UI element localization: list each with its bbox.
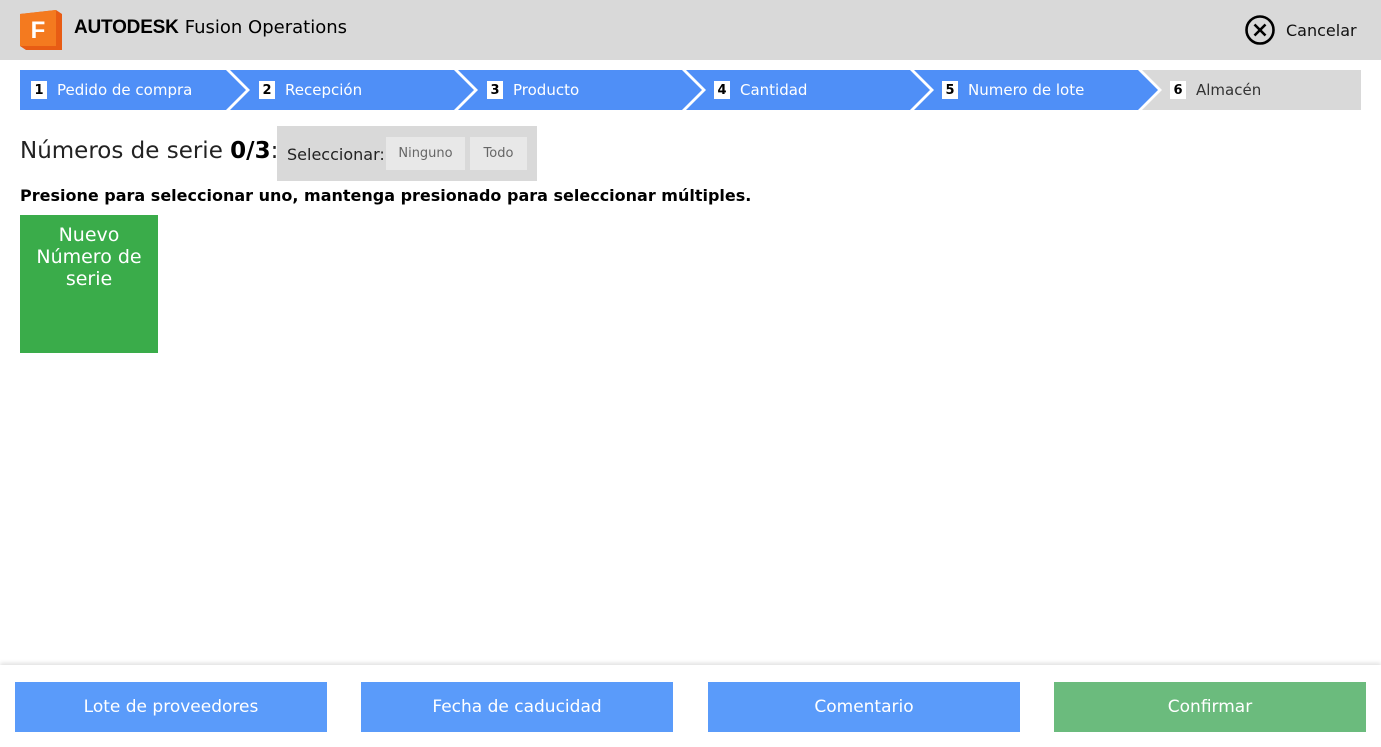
step-number: 6 bbox=[1170, 81, 1186, 99]
step-label: Cantidad bbox=[740, 81, 808, 99]
product-name: Fusion Operations bbox=[184, 17, 347, 38]
app-header: F AUTODESK Fusion Operations Cancelar bbox=[0, 0, 1381, 60]
select-all-button[interactable]: Todo bbox=[470, 137, 527, 170]
expiry-date-button[interactable]: Fecha de caducidad bbox=[361, 682, 673, 732]
step-2[interactable]: 2 Recepción bbox=[259, 70, 362, 110]
supplier-lot-button[interactable]: Lote de proveedores bbox=[15, 682, 327, 732]
brand-name: AUTODESK bbox=[74, 17, 179, 38]
step-3[interactable]: 3 Producto bbox=[487, 70, 579, 110]
step-number: 3 bbox=[487, 81, 503, 99]
logo-letter: F bbox=[31, 17, 46, 44]
new-serial-line: serie bbox=[65, 268, 113, 290]
select-toolbar: Seleccionar: Ninguno Todo bbox=[277, 126, 537, 181]
step-label: Almacén bbox=[1196, 81, 1262, 99]
select-none-button[interactable]: Ninguno bbox=[386, 137, 465, 170]
step-4[interactable]: 4 Cantidad bbox=[714, 70, 807, 110]
new-serial-line: Número de bbox=[36, 246, 142, 268]
selection-instruction: Presione para seleccionar uno, mantenga … bbox=[20, 186, 752, 205]
serial-count: 0/3 bbox=[230, 138, 271, 164]
close-circle-icon bbox=[1245, 15, 1275, 45]
step-6[interactable]: 6 Almacén bbox=[1170, 70, 1261, 110]
step-number: 1 bbox=[31, 81, 47, 99]
cancel-label: Cancelar bbox=[1286, 20, 1357, 40]
step-label: Pedido de compra bbox=[57, 81, 193, 99]
step-number: 2 bbox=[259, 81, 275, 99]
comment-button[interactable]: Comentario bbox=[708, 682, 1020, 732]
step-1[interactable]: 1 Pedido de compra bbox=[31, 70, 192, 110]
step-label: Recepción bbox=[285, 81, 363, 99]
cancel-button[interactable]: Cancelar bbox=[1244, 14, 1357, 46]
confirm-button[interactable]: Confirmar bbox=[1054, 682, 1366, 732]
step-number: 5 bbox=[942, 81, 958, 99]
select-label: Seleccionar: bbox=[287, 145, 385, 164]
step-5[interactable]: 5 Numero de lote bbox=[942, 70, 1084, 110]
step-label: Producto bbox=[513, 81, 580, 99]
step-progress-bar: 1 Pedido de compra 2 Recepción 3 Product… bbox=[20, 70, 1361, 110]
serial-title-prefix: Números de serie bbox=[20, 138, 223, 164]
action-footer: Lote de proveedores Fecha de caducidad C… bbox=[0, 665, 1381, 747]
new-serial-number-button[interactable]: Nuevo Número de serie bbox=[20, 215, 158, 353]
fusion-logo-icon: F bbox=[20, 10, 64, 50]
app-title: AUTODESK Fusion Operations bbox=[74, 14, 347, 41]
serial-numbers-title: Números de serie 0/3: bbox=[20, 134, 278, 168]
step-number: 4 bbox=[714, 81, 730, 99]
step-label: Numero de lote bbox=[968, 81, 1085, 99]
step-chevrons bbox=[20, 70, 1361, 110]
new-serial-line: Nuevo bbox=[58, 224, 120, 246]
